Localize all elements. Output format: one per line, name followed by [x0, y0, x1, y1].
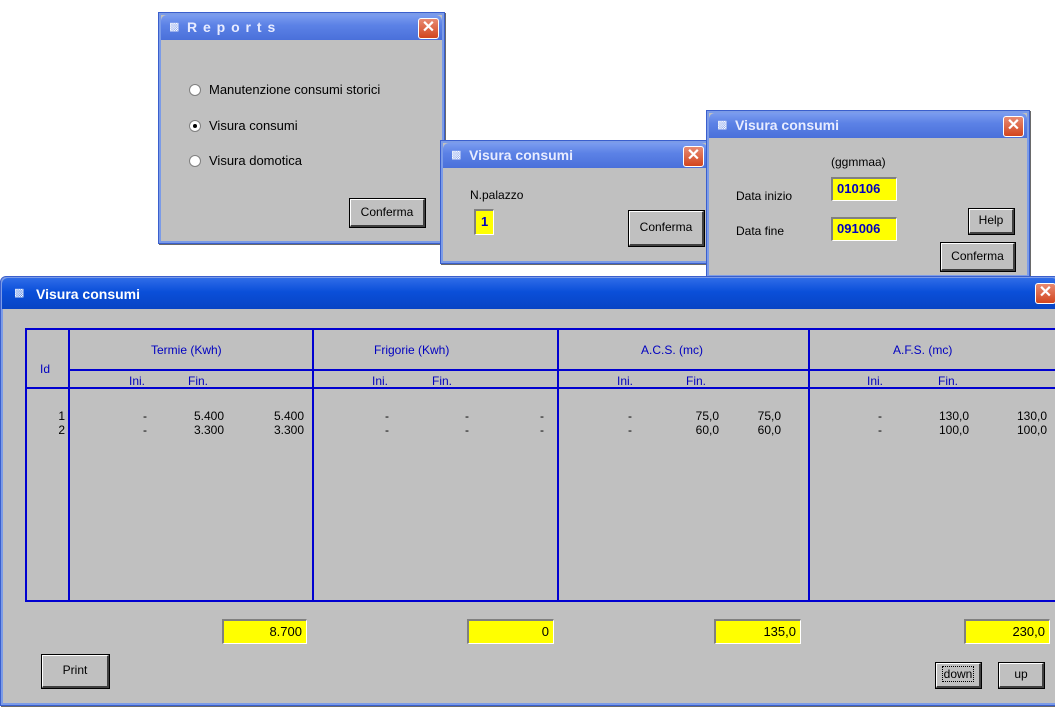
radio-option-1[interactable]	[189, 120, 201, 132]
start-date-label: Data inizio	[736, 189, 793, 203]
window-icon: ▩	[717, 119, 728, 131]
table-border-top	[25, 328, 1055, 330]
table-cell: -	[878, 409, 882, 423]
total-frigorie: 0	[467, 619, 554, 644]
fin-header: Fin.	[188, 374, 209, 388]
dates-window: ▩ Visura consumi ✕ (ggmmaa) Data inizio …	[706, 110, 1030, 278]
table-cell: 5.400	[193, 409, 224, 423]
help-button[interactable]: Help	[968, 208, 1015, 235]
table-cell: 3.300	[193, 423, 224, 437]
window-icon: ▩	[169, 21, 180, 33]
reports-confirm-button[interactable]: Conferma	[349, 198, 426, 228]
group-header-frigorie: Frigorie (Kwh)	[374, 343, 450, 357]
id-header: Id	[40, 362, 51, 376]
table-cell: 100,0	[938, 423, 969, 437]
table-cell: -	[385, 423, 389, 437]
start-date-input[interactable]: 010106	[831, 177, 897, 201]
table-cell: 3.300	[273, 423, 304, 437]
window-icon: ▩	[451, 149, 462, 161]
row-id: 2	[58, 423, 65, 437]
close-icon[interactable]: ✕	[683, 146, 704, 167]
table-cell: 130,0	[1016, 409, 1047, 423]
print-button[interactable]: Print	[41, 654, 110, 689]
ini-header: Ini.	[867, 374, 884, 388]
ini-header: Ini.	[617, 374, 634, 388]
table-cell: -	[143, 409, 147, 423]
close-icon[interactable]: ✕	[418, 18, 439, 39]
ini-header: Ini.	[372, 374, 389, 388]
radio-option-0[interactable]	[189, 84, 201, 96]
reports-title: R e p o r t s	[187, 19, 277, 35]
palazzo-input[interactable]: 1	[474, 209, 494, 235]
fin-header: Fin.	[432, 374, 453, 388]
radio-option-0-label: Manutenzione consumi storici	[209, 82, 381, 97]
table-border-bottom	[25, 600, 1055, 602]
group-header-acs: A.C.S. (mc)	[641, 343, 703, 357]
table-cell: 100,0	[1016, 423, 1047, 437]
table-cell: 60,0	[757, 423, 781, 437]
table-cell: -	[143, 423, 147, 437]
end-date-input[interactable]: 091006	[831, 217, 897, 241]
group-header-afs: A.F.S. (mc)	[893, 343, 953, 357]
down-button-label: down	[941, 666, 975, 682]
table-cell: -	[385, 409, 389, 423]
palazzo-confirm-button[interactable]: Conferma	[628, 210, 705, 247]
palazzo-window: ▩ Visura consumi ✕ N.palazzo 1 Conferma	[440, 140, 710, 264]
down-button[interactable]: down	[935, 662, 982, 689]
table-cell: -	[628, 423, 632, 437]
palazzo-titlebar[interactable]: ▩ Visura consumi ✕	[443, 143, 707, 168]
table-border-left	[25, 328, 27, 602]
end-date-label: Data fine	[736, 224, 785, 238]
palazzo-field-label: N.palazzo	[470, 188, 524, 202]
row-id: 1	[58, 409, 65, 423]
table-cell: 75,0	[757, 409, 781, 423]
table-cell: -	[628, 409, 632, 423]
dates-title: Visura consumi	[735, 117, 840, 133]
table-cell: 75,0	[695, 409, 719, 423]
table-cell: -	[878, 423, 882, 437]
table-cell: -	[465, 423, 469, 437]
main-window: ▩ Visura consumi ✕ Id Termie (Kwh) Ini. …	[0, 276, 1055, 706]
table-cell: -	[540, 423, 544, 437]
reports-titlebar[interactable]: ▩ R e p o r t s ✕	[161, 15, 442, 40]
reports-window: ▩ R e p o r t s ✕ Manutenzione consumi s…	[158, 12, 445, 244]
table-cell: -	[540, 409, 544, 423]
up-button[interactable]: up	[998, 662, 1045, 689]
radio-option-2-label: Visura domotica	[209, 153, 302, 168]
ini-header: Ini.	[129, 374, 146, 388]
dates-confirm-button[interactable]: Conferma	[940, 242, 1016, 272]
date-format-hint: (ggmmaa)	[831, 155, 886, 169]
dates-titlebar[interactable]: ▩ Visura consumi ✕	[709, 113, 1027, 138]
total-afs: 230,0	[964, 619, 1050, 644]
group-header-termie: Termie (Kwh)	[151, 343, 222, 357]
fin-header: Fin.	[938, 374, 959, 388]
palazzo-title: Visura consumi	[469, 147, 574, 163]
total-acs: 135,0	[714, 619, 801, 644]
radio-option-1-label: Visura consumi	[209, 118, 298, 133]
close-icon[interactable]: ✕	[1003, 116, 1024, 137]
table-cell: 5.400	[273, 409, 304, 423]
table-cell: -	[465, 409, 469, 423]
table-cell: 60,0	[695, 423, 719, 437]
header-divider	[68, 369, 1055, 371]
radio-option-2[interactable]	[189, 155, 201, 167]
total-termie: 8.700	[222, 619, 307, 644]
header-divider	[25, 387, 1055, 389]
table-cell: 130,0	[938, 409, 969, 423]
fin-header: Fin.	[686, 374, 707, 388]
